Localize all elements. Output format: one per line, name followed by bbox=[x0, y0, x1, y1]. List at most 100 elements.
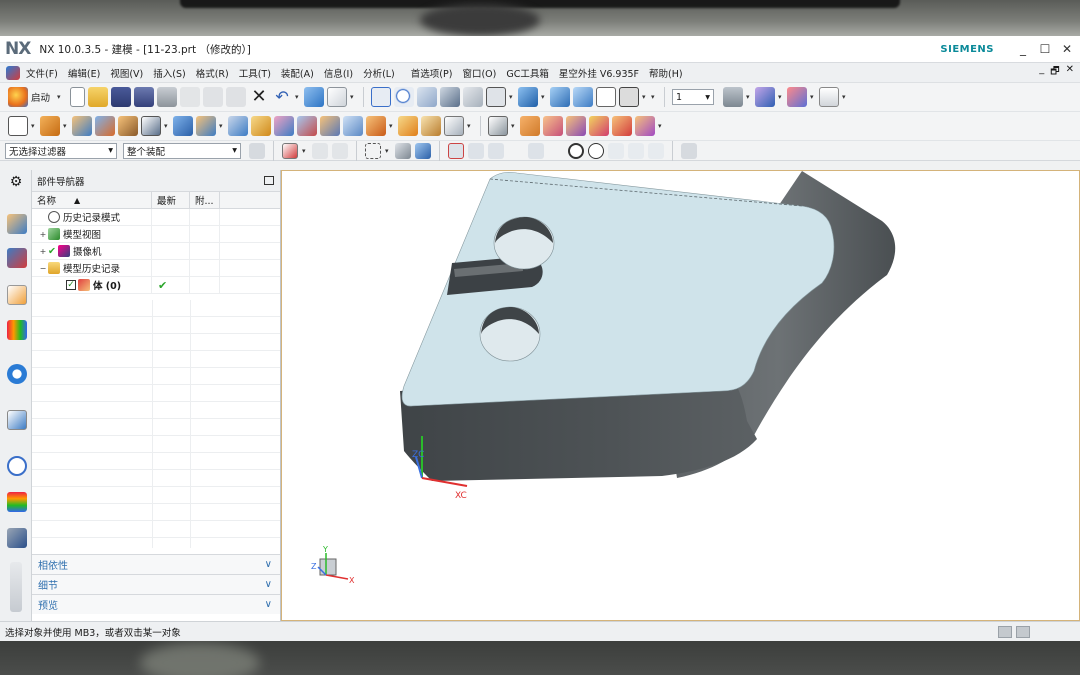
save-as-icon[interactable] bbox=[134, 87, 155, 107]
history-palette-icon[interactable] bbox=[7, 410, 27, 430]
layer-settings-icon[interactable] bbox=[723, 87, 744, 107]
close-button[interactable]: ✕ bbox=[1060, 42, 1074, 56]
type-filter-select[interactable]: 无选择过滤器 ▾ bbox=[5, 142, 117, 159]
doc-close-button[interactable]: ✕ bbox=[1066, 64, 1074, 81]
part-navigator-icon[interactable] bbox=[7, 285, 27, 305]
part-body[interactable] bbox=[400, 171, 896, 481]
measure-icon[interactable] bbox=[787, 87, 808, 107]
snap-bounded-icon[interactable] bbox=[681, 142, 697, 159]
menu-analysis[interactable]: 分析(L) bbox=[363, 66, 395, 80]
rotate-icon[interactable] bbox=[463, 87, 484, 107]
sweep-icon[interactable] bbox=[421, 116, 441, 136]
repeat-command-icon[interactable] bbox=[304, 87, 325, 107]
more-dropdown-icon[interactable]: ▾ bbox=[651, 93, 657, 101]
ruler-icon[interactable] bbox=[819, 87, 840, 107]
copy-icon[interactable] bbox=[203, 87, 224, 107]
menu-format[interactable]: 格式(R) bbox=[196, 66, 229, 80]
menu-assembly[interactable]: 装配(A) bbox=[281, 66, 314, 80]
mirror-dropdown-icon[interactable]: ▾ bbox=[389, 122, 395, 130]
draft-icon[interactable] bbox=[297, 116, 317, 136]
layer-dropdown-icon[interactable]: ▾ bbox=[746, 93, 752, 101]
finder-dropdown-icon[interactable]: ▾ bbox=[350, 93, 356, 101]
menu-window[interactable]: 窗口(O) bbox=[462, 66, 496, 80]
surface-dropdown-icon[interactable]: ▾ bbox=[467, 122, 473, 130]
status-fullscreen-icon[interactable] bbox=[1016, 625, 1030, 638]
undo-dropdown-icon[interactable]: ▾ bbox=[295, 93, 301, 101]
column-latest[interactable]: 最新 bbox=[152, 192, 190, 208]
constraint-navigator-icon[interactable] bbox=[7, 248, 27, 268]
fit-view-icon[interactable] bbox=[371, 87, 392, 107]
select-dropdown-icon[interactable]: ▾ bbox=[302, 147, 308, 155]
scope-filter-select[interactable]: 整个装配 ▾ bbox=[123, 142, 241, 159]
visibility-checkbox[interactable]: ✓ bbox=[66, 280, 76, 290]
ruler-dropdown-icon[interactable]: ▾ bbox=[842, 93, 848, 101]
graphics-window[interactable]: ZC XC Y Z X bbox=[281, 170, 1080, 621]
expand-icon[interactable]: + bbox=[38, 230, 48, 239]
snap-toggle-icon[interactable] bbox=[448, 142, 464, 159]
undo-icon[interactable]: ↶ bbox=[272, 87, 292, 107]
snap-control-icon[interactable] bbox=[508, 143, 524, 159]
orient-view-icon[interactable] bbox=[518, 87, 539, 107]
open-folder-icon[interactable] bbox=[88, 87, 109, 107]
save-icon[interactable] bbox=[111, 87, 132, 107]
move-face-icon[interactable] bbox=[566, 116, 586, 136]
menu-info[interactable]: 信息(I) bbox=[324, 66, 353, 80]
rectangle-dropdown-icon[interactable]: ▾ bbox=[385, 147, 391, 155]
column-name[interactable]: 名称 ▲ bbox=[32, 192, 152, 208]
tree-row-history-mode[interactable]: 历史记录模式 bbox=[32, 209, 280, 226]
shaded-icon[interactable] bbox=[573, 87, 594, 107]
snap-tangent-icon[interactable] bbox=[548, 143, 564, 159]
unite-icon[interactable] bbox=[173, 116, 193, 136]
minimize-button[interactable]: _ bbox=[1016, 42, 1030, 56]
column-attached[interactable]: 附... bbox=[190, 192, 220, 208]
simplify-icon[interactable] bbox=[635, 116, 655, 136]
maximize-panel-icon[interactable] bbox=[264, 176, 274, 185]
model-canvas[interactable]: ZC XC Y Z X bbox=[282, 171, 1079, 622]
datum-dropdown-icon[interactable]: ▾ bbox=[164, 122, 170, 130]
start-icon[interactable] bbox=[8, 87, 28, 107]
visualization-icon[interactable] bbox=[7, 492, 27, 512]
web-browser-icon[interactable] bbox=[7, 364, 27, 384]
delete-icon[interactable]: ✕ bbox=[249, 87, 269, 107]
select-all-icon[interactable] bbox=[282, 142, 298, 159]
snap-on-face-icon[interactable] bbox=[648, 142, 664, 159]
snap-on-curve-icon[interactable] bbox=[628, 142, 644, 159]
panel-details[interactable]: 细节 ∨ bbox=[32, 574, 280, 594]
sketch-icon[interactable] bbox=[8, 116, 28, 136]
datum-icon[interactable] bbox=[141, 116, 161, 136]
wireframe-icon[interactable] bbox=[596, 87, 617, 107]
deselect-icon[interactable] bbox=[312, 142, 328, 159]
snap-center-icon[interactable] bbox=[568, 142, 584, 159]
view-triad[interactable]: Y Z X bbox=[311, 545, 355, 585]
check-icon[interactable]: ✔ bbox=[48, 246, 56, 257]
start-label[interactable]: 启动 bbox=[31, 90, 50, 104]
pan-icon[interactable] bbox=[440, 87, 461, 107]
snap-midpoint-icon[interactable] bbox=[488, 142, 504, 159]
zoom-window-icon[interactable] bbox=[417, 87, 438, 107]
delete-face-icon[interactable] bbox=[589, 116, 609, 136]
cylinder-icon[interactable] bbox=[95, 116, 115, 136]
selection-options-icon[interactable] bbox=[249, 142, 265, 159]
shell-icon[interactable] bbox=[274, 116, 294, 136]
start-dropdown-icon[interactable]: ▾ bbox=[57, 93, 63, 101]
new-file-icon[interactable] bbox=[70, 87, 86, 107]
command-finder-icon[interactable] bbox=[327, 87, 348, 107]
menu-insert[interactable]: 插入(S) bbox=[153, 66, 185, 80]
filter-body-icon[interactable] bbox=[395, 142, 411, 159]
rectangle-select-icon[interactable] bbox=[365, 142, 381, 159]
tree-row-model-views[interactable]: + 模型视图 bbox=[32, 226, 280, 243]
chamfer-icon[interactable] bbox=[251, 116, 271, 136]
gear-icon[interactable]: ⚙ bbox=[7, 173, 25, 193]
resize-face-icon[interactable] bbox=[612, 116, 632, 136]
print-icon[interactable] bbox=[157, 87, 178, 107]
panel-preview[interactable]: 预览 ∨ bbox=[32, 594, 280, 614]
background-dropdown-icon[interactable]: ▾ bbox=[642, 93, 648, 101]
app-menu-icon[interactable] bbox=[6, 65, 20, 80]
snap-intersection-icon[interactable] bbox=[528, 142, 544, 159]
roles-icon[interactable] bbox=[7, 528, 27, 548]
perspective-dropdown-icon[interactable]: ▾ bbox=[509, 93, 515, 101]
snap-quadrant-icon[interactable] bbox=[588, 142, 604, 159]
menu-tools[interactable]: 工具(T) bbox=[239, 66, 271, 80]
filter-face-icon[interactable] bbox=[415, 142, 431, 159]
tree-row-body[interactable]: ✓ 体 (0) ✔ bbox=[32, 277, 280, 294]
